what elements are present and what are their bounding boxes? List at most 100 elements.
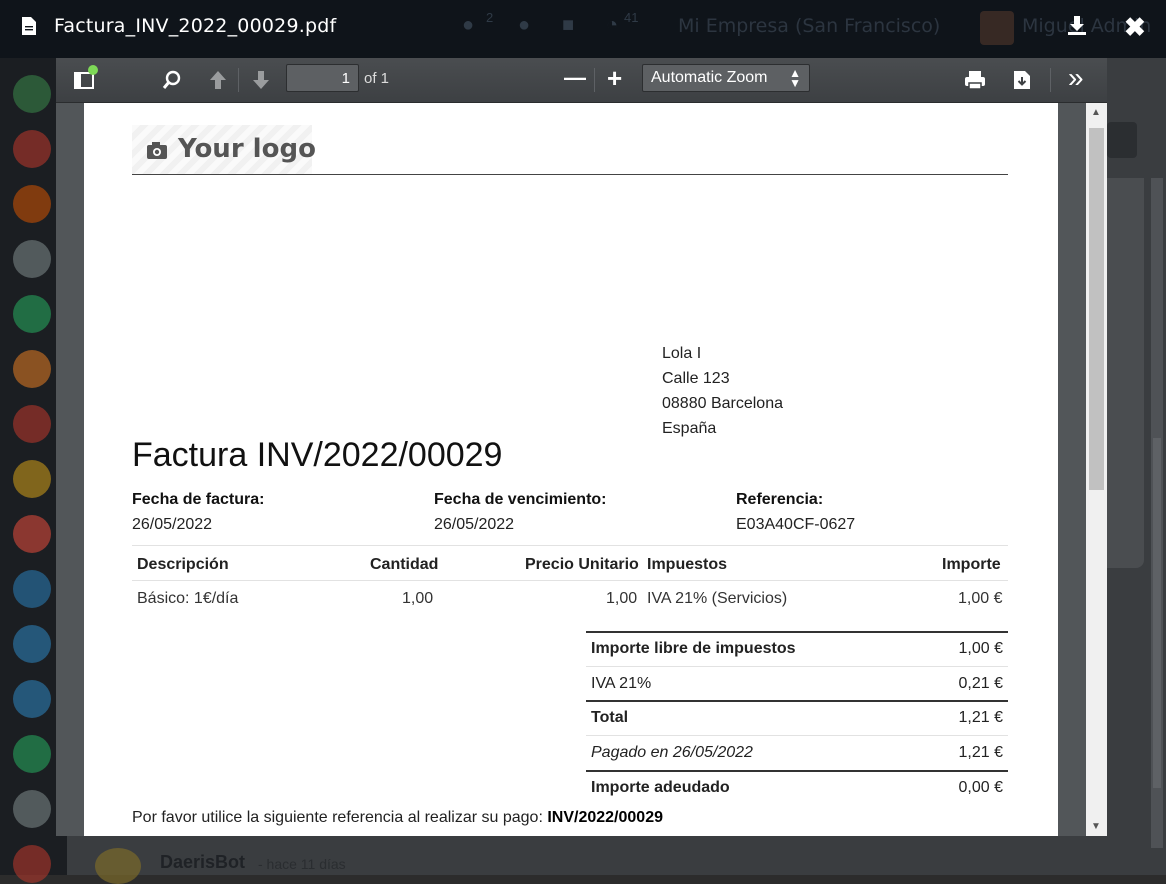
app-icon-store[interactable] (13, 790, 51, 828)
table-header-border (132, 580, 1008, 581)
col-header-quantity: Cantidad (370, 556, 439, 573)
scroll-down-icon[interactable]: ▼ (1091, 821, 1101, 832)
arrow-up-icon[interactable] (206, 68, 230, 92)
totals-top-border (586, 631, 1008, 633)
payment-reference: INV/2022/00029 (547, 809, 663, 826)
contacts-icon: ■ (562, 14, 575, 36)
due-date-value: 26/05/2022 (434, 516, 515, 533)
app-icon-timesheets[interactable] (13, 735, 51, 773)
app-icon-employees[interactable] (13, 295, 51, 333)
zoom-select[interactable]: Automatic Zoom ▲ ▼ (642, 64, 810, 92)
app-icon-planning[interactable] (13, 680, 51, 718)
file-title: Factura_INV_2022_00029.pdf (54, 15, 337, 37)
background-panel (1107, 178, 1144, 568)
background-form-area (1107, 58, 1166, 875)
chatter-author: DaerisBot (160, 852, 246, 872)
user-avatar (980, 11, 1014, 45)
invoice-date-value: 26/05/2022 (132, 516, 213, 533)
app-icon-calendar[interactable] (13, 130, 51, 168)
payment-note: Por favor utilice la siguiente referenci… (132, 809, 663, 827)
app-icon-pos[interactable] (13, 570, 51, 608)
payment-note-text: Por favor utilice la siguiente referenci… (132, 809, 543, 826)
header-divider (132, 174, 1008, 175)
pdf-toolbar: of 1 — + Automatic Zoom ▲▼ » (56, 58, 1107, 103)
logo-text: Your logo (178, 134, 316, 164)
amount-due-value: 0,00 € (958, 779, 1003, 796)
customer-country: España (662, 420, 717, 437)
chat-icon: ● (462, 14, 475, 36)
status-dot (88, 65, 98, 75)
total-label: Total (591, 709, 629, 726)
pdf-scrollbar[interactable]: ▲ ▼ (1086, 103, 1107, 836)
amount-due-top-border (586, 770, 1008, 772)
app-icon-contacts[interactable] (13, 185, 51, 223)
file-icon (22, 17, 36, 35)
tax-label: IVA 21% (591, 675, 652, 692)
row-quantity: 1,00 (402, 590, 434, 607)
subtotal-label: Importe libre de impuestos (591, 640, 796, 657)
bot-avatar (95, 848, 141, 884)
chevron-updown-icon: ▲ ▼ (789, 66, 801, 90)
col-header-amount: Importe (942, 556, 1001, 573)
page-number-input[interactable] (286, 64, 359, 92)
search-icon[interactable] (160, 68, 184, 92)
download-icon[interactable] (1066, 14, 1088, 36)
due-date-label: Fecha de vencimiento: (434, 491, 607, 508)
row-description: Básico: 1€/día (137, 590, 239, 607)
reference-label: Referencia: (736, 491, 824, 508)
invoice-date-label: Fecha de factura: (132, 491, 265, 508)
paid-label: Pagado en 26/05/2022 (591, 744, 753, 761)
col-header-unit-price: Precio Unitario (525, 556, 639, 573)
activity-icon: ◔ (606, 14, 619, 36)
preview-header: Factura_INV_2022_00029.pdf ● 2 ● ■ ◔ 41 … (0, 0, 1166, 58)
close-icon[interactable]: ✖ (1124, 14, 1146, 40)
customer-city: 08880 Barcelona (662, 395, 783, 412)
col-header-description: Descripción (137, 556, 229, 573)
row-taxes: IVA 21% (Servicios) (647, 590, 788, 607)
zoom-in-icon[interactable]: + (607, 63, 622, 94)
zoom-select-label: Automatic Zoom (651, 69, 768, 86)
pdf-scroll-thumb[interactable] (1089, 128, 1104, 490)
toolbar-separator (594, 68, 595, 92)
pdf-viewer: of 1 — + Automatic Zoom ▲▼ » Your logo (56, 58, 1107, 836)
table-top-border (132, 545, 1008, 546)
toolbar-separator (1050, 68, 1051, 92)
subtotal-value: 1,00 € (958, 640, 1003, 657)
total-top-border (586, 700, 1008, 702)
app-icon-discuss[interactable] (13, 75, 51, 113)
app-icon-sales[interactable] (13, 350, 51, 388)
chat-badge: 2 (486, 10, 494, 25)
invoice-title: Factura INV/2022/00029 (132, 436, 503, 474)
row-amount: 1,00 € (958, 590, 1003, 607)
next-record-button (1107, 122, 1137, 158)
page-count: of 1 (364, 70, 390, 87)
customer-address: Lola I Calle 123 08880 Barcelona España (662, 341, 783, 441)
scroll-up-icon[interactable]: ▲ (1091, 107, 1101, 118)
app-icon-reports[interactable] (13, 405, 51, 443)
app-icon-events[interactable] (13, 515, 51, 553)
help-icon: ● (518, 14, 531, 36)
toolbar-separator (192, 68, 193, 92)
tax-value: 0,21 € (958, 675, 1003, 692)
background-scroll-thumb (1153, 438, 1161, 788)
app-icon-website[interactable] (13, 460, 51, 498)
zoom-out-icon[interactable]: — (564, 65, 586, 91)
save-icon[interactable] (1010, 68, 1034, 92)
print-icon[interactable] (963, 68, 987, 92)
app-icon-crm[interactable] (13, 240, 51, 278)
col-header-taxes: Impuestos (647, 556, 728, 573)
activity-badge: 41 (624, 10, 639, 25)
app-icon-accounting[interactable] (13, 625, 51, 663)
toolbar-separator (238, 68, 239, 92)
totals-divider (586, 666, 1008, 667)
arrow-down-icon[interactable] (249, 68, 273, 92)
total-value: 1,21 € (958, 709, 1003, 726)
customer-street: Calle 123 (662, 370, 730, 387)
camera-icon (147, 142, 167, 159)
amount-due-label: Importe adeudado (591, 779, 730, 796)
app-icon-agenda[interactable] (13, 845, 51, 883)
tools-menu-icon[interactable]: » (1068, 62, 1084, 94)
chatter-time: - hace 11 días (258, 856, 346, 872)
paid-value: 1,21 € (958, 744, 1003, 761)
pdf-page: Your logo Lola I Calle 123 08880 Barcelo… (84, 103, 1058, 836)
